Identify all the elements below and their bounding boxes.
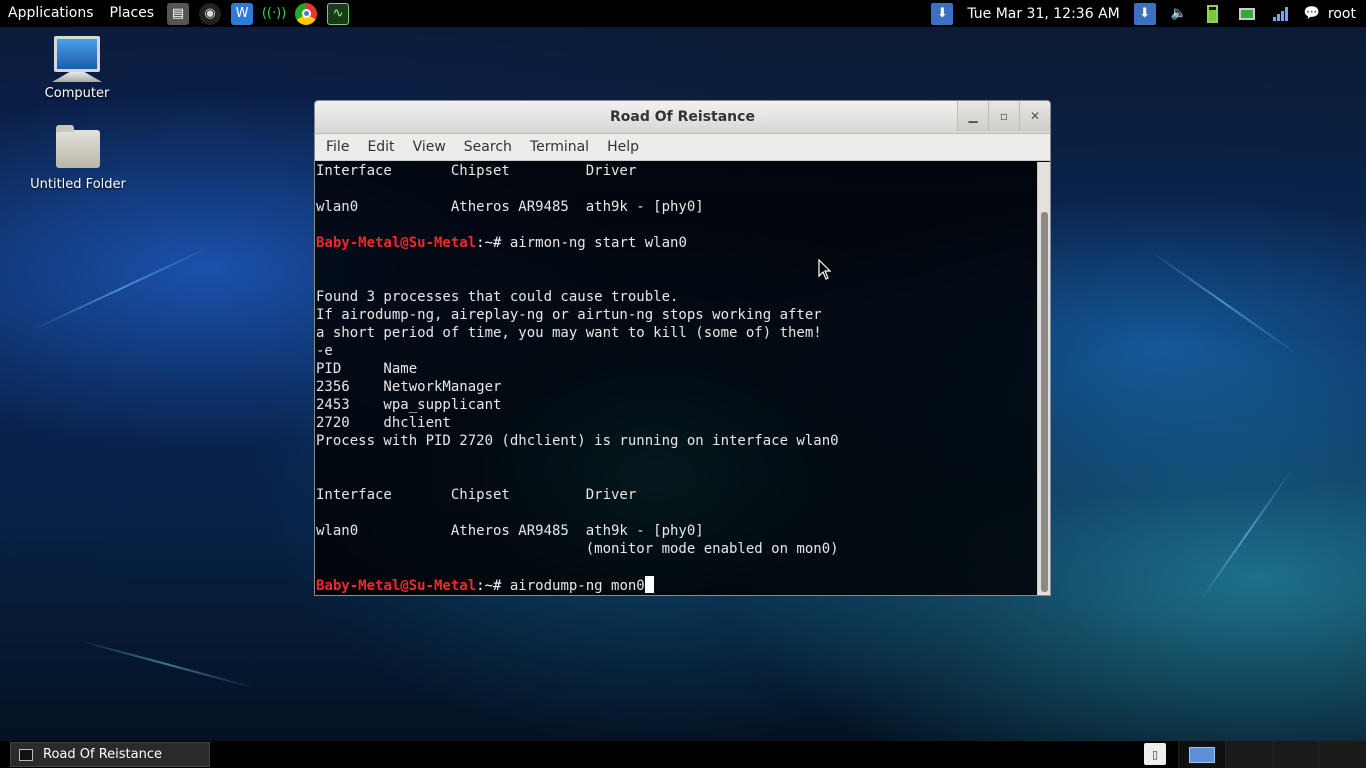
wallpaper-streak	[29, 245, 212, 332]
terminal-line: (monitor mode enabled on mon0)	[316, 541, 839, 557]
trash-icon[interactable]: ▯	[1144, 743, 1166, 765]
prompt-path: :~#	[476, 578, 510, 594]
clock[interactable]: Tue Mar 31, 12:36 AM	[959, 6, 1127, 22]
terminal-line: Interface Chipset Driver	[316, 163, 637, 179]
network-wired-icon[interactable]	[1236, 3, 1258, 25]
wallpaper-streak	[79, 640, 255, 689]
terminal-window[interactable]: Road Of Reistance ▁ ▫ ✕ File Edit View S…	[314, 100, 1051, 596]
workspace-2[interactable]	[1225, 741, 1272, 768]
terminal-scrollbar[interactable]	[1037, 162, 1050, 595]
signal-strength-icon[interactable]	[1270, 3, 1292, 25]
workspace-window-thumbnail	[1189, 746, 1215, 763]
menu-edit[interactable]: Edit	[358, 139, 403, 155]
prompt-command: airodump-ng mon0	[509, 578, 645, 594]
terminal-line: -e	[316, 343, 333, 359]
download-icon[interactable]: ⬇	[931, 2, 954, 25]
terminal-line: wlan0 Atheros AR9485 ath9k - [phy0]	[316, 199, 704, 215]
minimize-button[interactable]: ▁	[957, 101, 988, 131]
computer-icon-stand	[52, 72, 102, 82]
terminal-line: wlan0 Atheros AR9485 ath9k - [phy0]	[316, 523, 704, 539]
battery-icon[interactable]	[1202, 3, 1224, 25]
computer-icon	[54, 36, 100, 72]
minimize-icon: ▁	[968, 109, 978, 123]
close-icon: ✕	[1029, 109, 1041, 123]
disk-utility-launcher-icon[interactable]: ◉	[199, 2, 222, 25]
folder-icon	[56, 125, 100, 168]
maximize-button[interactable]: ▫	[988, 101, 1019, 131]
download-status-icon[interactable]: ⬇	[1133, 2, 1156, 25]
files-launcher-icon[interactable]: ▤	[167, 2, 190, 25]
volume-muted-icon[interactable]: 🔈	[1168, 3, 1190, 25]
terminal-line: a short period of time, you may want to …	[316, 325, 822, 341]
menu-view[interactable]: View	[404, 139, 455, 155]
user-menu[interactable]: root	[1326, 6, 1366, 22]
close-button[interactable]: ✕	[1019, 101, 1050, 131]
prompt-user-host: Baby-Metal@Su-Metal	[316, 235, 477, 251]
chrome-launcher-icon[interactable]	[295, 2, 318, 25]
wallpaper-streak	[1199, 469, 1293, 602]
desktop-icon-label: Untitled Folder	[30, 177, 126, 192]
workspace-3[interactable]	[1272, 741, 1319, 768]
terminal-icon	[19, 748, 33, 761]
terminal-prompt-line: Baby-Metal@Su-Metal:~# airodump-ng mon0	[316, 576, 1038, 594]
system-monitor-launcher-icon[interactable]: ∿	[327, 2, 350, 25]
maximize-icon: ▫	[999, 109, 1009, 123]
wallpaper-streak	[1149, 250, 1299, 356]
top-panel: Applications Places ▤ ◉ W ((·)) ∿ ⬇ Tue …	[0, 0, 1366, 27]
prompt-path: :~#	[476, 235, 510, 251]
menu-search[interactable]: Search	[455, 139, 521, 155]
terminal-output[interactable]: Interface Chipset Driver wlan0 Atheros AR…	[316, 162, 1038, 595]
window-titlebar[interactable]: Road Of Reistance ▁ ▫ ✕	[315, 101, 1050, 134]
workspace-1[interactable]	[1178, 741, 1225, 768]
terminal-line: Process with PID 2720 (dhclient) is runn…	[316, 433, 839, 449]
taskbar-window-button[interactable]: Road Of Reistance	[10, 742, 210, 767]
terminal-line: 2720 dhclient	[316, 415, 451, 431]
terminal-line: Interface Chipset Driver	[316, 487, 637, 503]
terminal-prompt-line: Baby-Metal@Su-Metal:~# airmon-ng start w…	[316, 234, 1038, 252]
prompt-command: airmon-ng start wlan0	[509, 235, 687, 251]
scrollbar-thumb[interactable]	[1041, 212, 1048, 592]
wireless-launcher-icon[interactable]: ((·))	[262, 3, 286, 25]
places-menu[interactable]: Places	[102, 0, 163, 27]
taskbar-window-label: Road Of Reistance	[43, 747, 162, 762]
chat-status-icon[interactable]: 💬	[1304, 3, 1320, 25]
terminal-line: 2356 NetworkManager	[316, 379, 502, 395]
bottom-panel: Road Of Reistance ▯	[0, 741, 1366, 768]
desktop-icon-untitled-folder[interactable]: Untitled Folder	[23, 125, 133, 192]
prompt-user-host: Baby-Metal@Su-Metal	[316, 578, 477, 594]
text-cursor	[644, 576, 654, 593]
desktop-icon-label: Computer	[44, 86, 110, 101]
terminal-line: 2453 wpa_supplicant	[316, 397, 502, 413]
writer-launcher-icon[interactable]: W	[231, 2, 254, 25]
window-title: Road Of Reistance	[610, 109, 755, 125]
desktop-icon-computer[interactable]: Computer	[22, 36, 132, 101]
terminal-line: Found 3 processes that could cause troub…	[316, 289, 679, 305]
window-menubar: File Edit View Search Terminal Help	[315, 134, 1050, 161]
terminal-line: PID Name	[316, 361, 418, 377]
workspace-4[interactable]	[1319, 741, 1366, 768]
menu-help[interactable]: Help	[598, 139, 648, 155]
terminal-line: If airodump-ng, aireplay-ng or airtun-ng…	[316, 307, 822, 323]
menu-terminal[interactable]: Terminal	[521, 139, 598, 155]
menu-file[interactable]: File	[317, 139, 358, 155]
applications-menu[interactable]: Applications	[0, 0, 102, 27]
